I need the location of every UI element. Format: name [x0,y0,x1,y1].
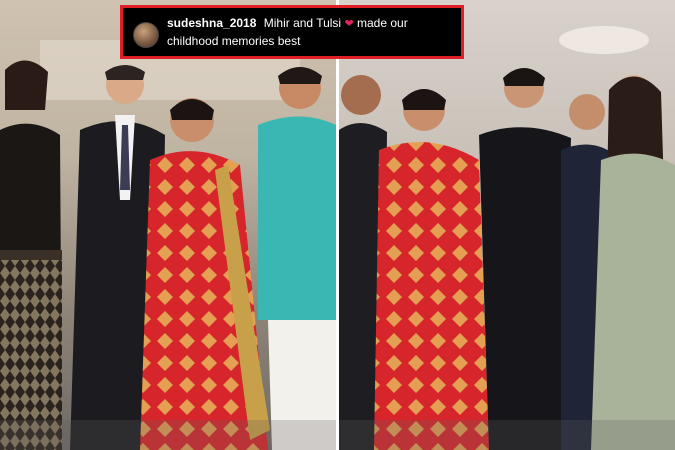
left-photo [0,0,336,450]
photo-collage: sudeshna_2018 Mihir and Tulsi ❤ made our… [0,0,675,450]
comment-text-part1: Mihir and Tulsi [263,16,342,30]
right-photo [339,0,675,450]
heart-icon: ❤ [344,18,354,30]
left-photo-scene [0,40,336,450]
comment-overlay: sudeshna_2018 Mihir and Tulsi ❤ made our… [120,5,464,59]
comment-username: sudeshna_2018 [167,16,257,30]
user-avatar [133,22,159,48]
comment-text: sudeshna_2018 Mihir and Tulsi ❤ made our… [167,15,457,50]
right-photo-scene [339,26,675,450]
